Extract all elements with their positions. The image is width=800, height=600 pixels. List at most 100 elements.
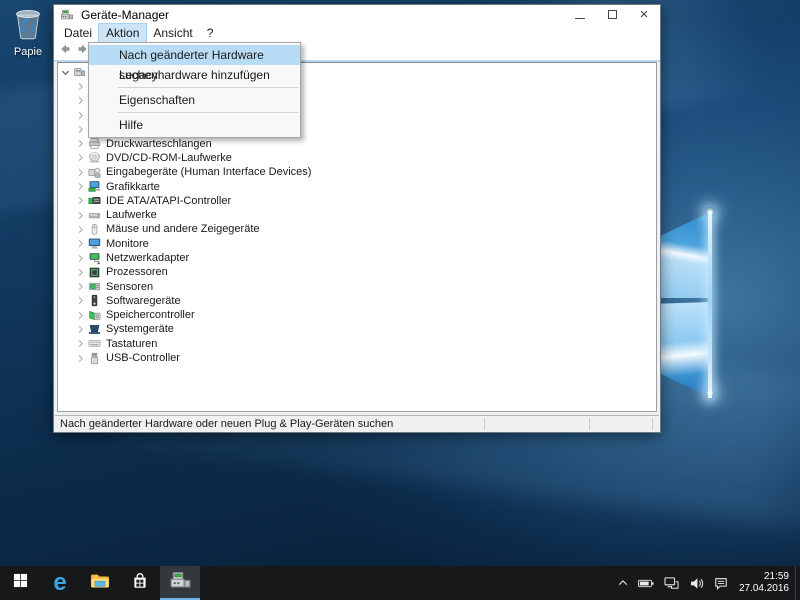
disk-drive-icon — [88, 208, 103, 222]
menubar-item-hilfe[interactable]: ? — [200, 24, 221, 42]
chevron-right-icon[interactable] — [74, 80, 87, 92]
tray-network-icon[interactable] — [664, 577, 679, 590]
menu-bar: DateiAktionAnsicht? — [54, 24, 660, 42]
chevron-right-icon[interactable] — [74, 166, 87, 178]
system-tray: 21:59 27.04.2016 — [613, 566, 800, 600]
tree-item[interactable]: Druckwarteschlangen — [58, 136, 656, 150]
menubar-item-ansicht[interactable]: Ansicht — [146, 24, 199, 42]
keyboard-icon — [88, 337, 103, 351]
store-icon — [131, 572, 149, 595]
tray-action-center-icon[interactable] — [714, 577, 728, 590]
tree-item[interactable]: Monitore — [58, 237, 656, 251]
chevron-right-icon[interactable] — [74, 223, 87, 235]
windows-logo-glow — [705, 388, 715, 398]
taskbar-edge-button[interactable]: e — [40, 566, 80, 600]
tree-item[interactable]: Netzwerkadapter — [58, 251, 656, 265]
tree-item[interactable]: Grafikkarte — [58, 179, 656, 193]
tree-item-label: Druckwarteschlangen — [106, 138, 212, 150]
device-manager-icon — [60, 8, 74, 22]
taskbar-file-explorer-button[interactable] — [80, 566, 120, 600]
taskbar-device-manager-button[interactable] — [160, 566, 200, 600]
tree-item[interactable]: USB-Controller — [58, 351, 656, 365]
mouse-icon — [88, 222, 103, 236]
menubar-item-aktion[interactable]: Aktion — [99, 24, 146, 42]
recycle-bin-label: Papie — [4, 46, 52, 58]
storage-controller-icon — [88, 308, 103, 322]
tree-item[interactable]: Laufwerke — [58, 208, 656, 222]
tree-item[interactable]: Eingabegeräte (Human Interface Devices) — [58, 165, 656, 179]
tree-item[interactable]: Mäuse und andere Zeigegeräte — [58, 222, 656, 236]
chevron-right-icon[interactable] — [74, 152, 87, 164]
tree-item-label: Netzwerkadapter — [106, 252, 189, 264]
menu-item[interactable]: Eigenschaften — [89, 90, 300, 110]
chevron-down-icon[interactable] — [59, 66, 72, 78]
show-desktop-button[interactable] — [795, 566, 800, 600]
menu-item[interactable]: Hilfe — [89, 115, 300, 135]
taskbar-store-button[interactable] — [120, 566, 160, 600]
taskbar-start-button[interactable] — [0, 566, 40, 600]
tree-item-label: DVD/CD-ROM-Laufwerke — [106, 152, 232, 164]
chevron-right-icon[interactable] — [74, 181, 87, 193]
tree-item[interactable]: DVD/CD-ROM-Laufwerke — [58, 151, 656, 165]
ide-controller-icon — [88, 194, 103, 208]
maximize-button[interactable] — [596, 5, 628, 24]
tray-hidden-icons-chevron-icon[interactable] — [618, 579, 628, 587]
chevron-right-icon[interactable] — [74, 352, 87, 364]
chevron-right-icon[interactable] — [74, 252, 87, 264]
chevron-right-icon[interactable] — [74, 281, 87, 293]
tree-item-label: Softwaregeräte — [106, 295, 181, 307]
tree-item[interactable]: Softwaregeräte — [58, 294, 656, 308]
tree-item-label: Monitore — [106, 238, 149, 250]
chevron-right-icon[interactable] — [74, 195, 87, 207]
chevron-right-icon[interactable] — [74, 95, 87, 107]
hid-icon — [88, 165, 103, 179]
tree-item-label: Grafikkarte — [106, 181, 160, 193]
back-button[interactable] — [58, 45, 71, 58]
chevron-right-icon[interactable] — [74, 295, 87, 307]
close-button[interactable]: × — [628, 5, 660, 24]
menu-item[interactable]: Nach geänderter Hardware suchen — [89, 45, 300, 65]
tree-item-label: Mäuse und andere Zeigegeräte — [106, 223, 260, 235]
recycle-bin-icon — [12, 27, 44, 44]
chevron-right-icon[interactable] — [74, 123, 87, 135]
usb-icon — [88, 351, 103, 365]
tree-item[interactable]: Speichercontroller — [58, 308, 656, 322]
chevron-right-icon[interactable] — [74, 309, 87, 321]
tree-item-label: Sensoren — [106, 281, 153, 293]
tree-item[interactable]: IDE ATA/ATAPI-Controller — [58, 194, 656, 208]
recycle-bin-desktop-icon[interactable]: Papie — [4, 4, 52, 58]
tree-item[interactable]: Prozessoren — [58, 265, 656, 279]
chevron-right-icon[interactable] — [74, 338, 87, 350]
chevron-right-icon[interactable] — [74, 238, 87, 250]
chevron-right-icon[interactable] — [74, 209, 87, 221]
tree-item[interactable]: Tastaturen — [58, 337, 656, 351]
tray-battery-icon[interactable] — [638, 578, 654, 589]
chevron-right-icon[interactable] — [74, 109, 87, 121]
status-bar-pane — [589, 418, 653, 430]
chevron-right-icon[interactable] — [74, 266, 87, 278]
menubar-item-datei[interactable]: Datei — [57, 24, 99, 42]
tree-item-label: Speichercontroller — [106, 309, 195, 321]
printer-icon — [88, 137, 103, 151]
tree-item[interactable]: Systemgeräte — [58, 322, 656, 336]
clock-date: 27.04.2016 — [739, 583, 789, 595]
network-adapter-icon — [88, 251, 103, 265]
tree-item[interactable]: Sensoren — [58, 279, 656, 293]
tree-item-label: Systemgeräte — [106, 323, 174, 335]
chevron-right-icon[interactable] — [74, 138, 87, 150]
sensor-icon — [88, 280, 103, 294]
title-bar[interactable]: Geräte-Manager × — [54, 5, 660, 24]
tray-volume-icon[interactable] — [689, 577, 704, 590]
minimize-button[interactable] — [564, 5, 596, 24]
windows-logo-edge — [708, 211, 712, 398]
taskbar-clock[interactable]: 21:59 27.04.2016 — [739, 571, 789, 595]
windows-logo-pane — [653, 302, 710, 397]
edge-icon: e — [53, 571, 66, 595]
chevron-right-icon[interactable] — [74, 323, 87, 335]
software-device-icon — [88, 294, 103, 308]
disc-drive-icon — [88, 151, 103, 165]
folder-icon — [90, 571, 110, 596]
menu-item[interactable]: Legacyhardware hinzufügen — [89, 65, 300, 85]
menu-separator — [118, 87, 298, 88]
status-bar: Nach geänderter Hardware oder neuen Plug… — [55, 415, 659, 431]
